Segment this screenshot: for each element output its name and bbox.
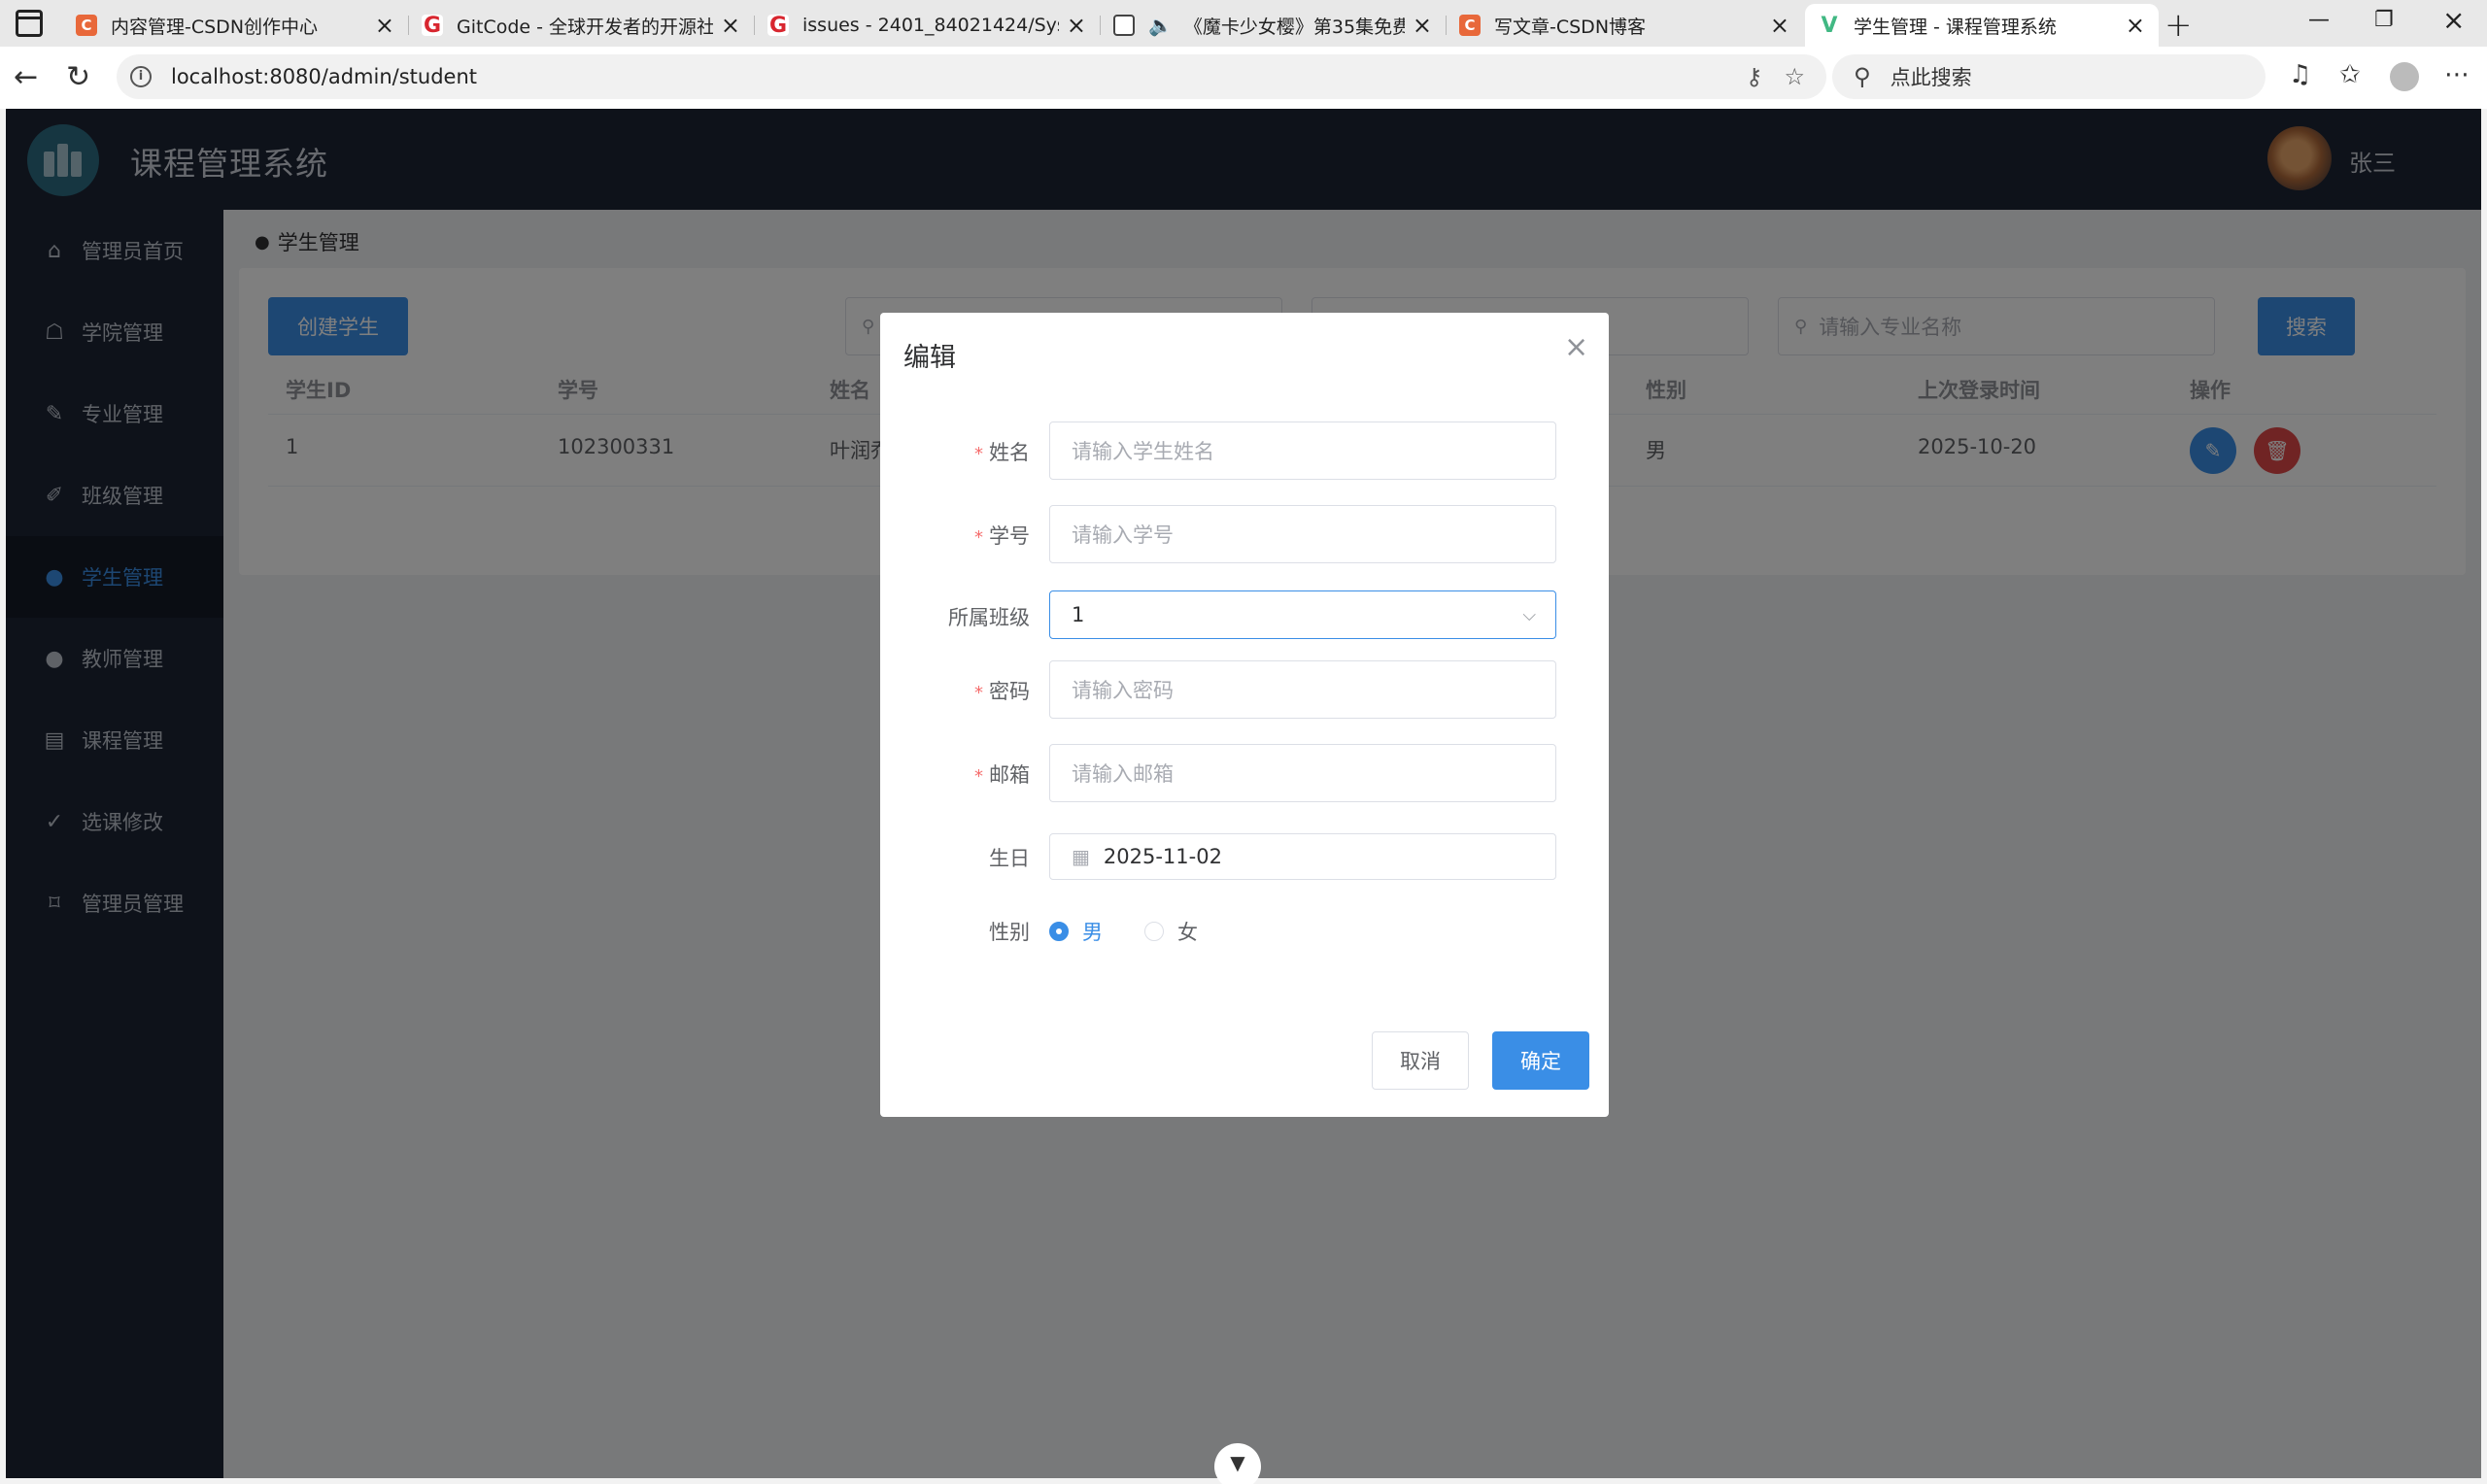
number-label: * 学号	[974, 524, 1030, 548]
browser-tab-issues[interactable]: G issues - 2401_84021424/SystemA ×	[754, 4, 1100, 47]
csdn-favicon-icon: C	[1459, 15, 1481, 36]
email-label: * 邮箱	[974, 763, 1030, 787]
browser-tab-bar: C 内容管理-CSDN创作中心 × G GitCode - 全球开发者的开源社区…	[0, 0, 2487, 47]
favorites-icon[interactable]: ✩	[2339, 60, 2361, 89]
email-field[interactable]: 请输入邮箱	[1049, 744, 1556, 802]
tab-actions-icon[interactable]	[16, 10, 43, 37]
url-text: localhost:8080/admin/student	[171, 65, 478, 88]
password-label: * 密码	[974, 680, 1030, 703]
tab-title: 学生管理 - 课程管理系统	[1854, 16, 2057, 38]
browser-tab-csdn[interactable]: C 内容管理-CSDN创作中心 ×	[62, 4, 408, 47]
tab-title: issues - 2401_84021424/SystemA	[802, 15, 1059, 36]
birthday-label: 生日	[989, 847, 1030, 870]
gender-radio-male[interactable]: 男	[1049, 917, 1103, 946]
radio-icon	[1144, 922, 1164, 941]
browser-toolbar: ← ↻ i localhost:8080/admin/student ⚷ ☆ ⚲…	[0, 47, 2487, 109]
close-tab-icon[interactable]: ×	[375, 12, 394, 39]
cancel-button[interactable]: 取消	[1372, 1031, 1469, 1090]
extensions-icon[interactable]: ♫	[2289, 60, 2311, 89]
chevron-down-icon: ⌵	[1522, 604, 1536, 625]
close-tab-icon[interactable]: ×	[721, 12, 740, 39]
browser-tab-active[interactable]: V 学生管理 - 课程管理系统 ×	[1805, 4, 2159, 47]
gitcode-favicon-icon: G	[422, 13, 443, 38]
search-placeholder: 点此搜索	[1890, 66, 1972, 89]
close-tab-icon[interactable]: ×	[1413, 12, 1432, 39]
browser-tab-csdn-write[interactable]: C 写文章-CSDN博客 ×	[1446, 4, 1803, 47]
edit-dialog: 编辑 × * 姓名 请输入学生姓名 * 学号 请输入学号 所属班级 1 ⌵ * 密码 …	[880, 313, 1609, 1117]
birthday-date-picker[interactable]: ▦ 2025-11-02	[1049, 833, 1556, 880]
vue-devtools-toggle-icon[interactable]: ▼	[1214, 1443, 1261, 1484]
csdn-favicon-icon: C	[76, 15, 97, 36]
name-label: * 姓名	[974, 441, 1030, 464]
birthday-value: 2025-11-02	[1103, 845, 1222, 868]
dialog-title: 编辑	[903, 343, 956, 373]
gender-label: 性别	[989, 921, 1030, 944]
class-select-value: 1	[1072, 603, 1085, 626]
profile-icon[interactable]	[2390, 62, 2419, 91]
video-favicon-icon	[1113, 15, 1135, 36]
tab-title: 内容管理-CSDN创作中心	[111, 16, 319, 38]
browser-tab-gitcode[interactable]: G GitCode - 全球开发者的开源社区, ×	[408, 4, 754, 47]
close-window-icon[interactable]: ×	[2442, 4, 2465, 36]
more-menu-icon[interactable]: ⋯	[2444, 60, 2470, 89]
close-tab-icon[interactable]: ×	[2126, 12, 2145, 39]
speaker-icon[interactable]: 🔈	[1148, 14, 1173, 37]
class-select[interactable]: 1 ⌵	[1049, 590, 1556, 639]
student-number-field[interactable]: 请输入学号	[1049, 505, 1556, 563]
class-label: 所属班级	[948, 606, 1030, 629]
tab-title: 《魔卡少女樱》第35集免费高	[1183, 16, 1405, 38]
minimize-icon[interactable]: —	[2308, 8, 2330, 32]
close-tab-icon[interactable]: ×	[1067, 12, 1086, 39]
gitcode-favicon-icon: G	[767, 13, 789, 38]
close-tab-icon[interactable]: ×	[1770, 12, 1789, 39]
favorite-star-icon[interactable]: ☆	[1784, 63, 1805, 90]
restore-icon[interactable]: ❐	[2374, 8, 2394, 32]
password-field[interactable]: 请输入密码	[1049, 660, 1556, 719]
name-field[interactable]: 请输入学生姓名	[1049, 422, 1556, 480]
refresh-icon[interactable]: ↻	[66, 60, 90, 94]
tab-title: GitCode - 全球开发者的开源社区,	[457, 16, 713, 38]
close-icon[interactable]: ×	[1564, 330, 1588, 364]
tab-title: 写文章-CSDN博客	[1494, 16, 1647, 38]
app-window: 课程管理系统 张三 ⌂ 管理员首页 ☖ 学院管理 ✎ 专业管理 ✐ 班级管理 ●…	[6, 109, 2481, 1478]
back-icon[interactable]: ←	[14, 60, 38, 94]
key-icon[interactable]: ⚷	[1746, 63, 1763, 90]
radio-icon	[1049, 922, 1069, 941]
gender-radio-female[interactable]: 女	[1144, 917, 1198, 946]
new-tab-icon[interactable]: +	[2164, 6, 2193, 45]
browser-search-box[interactable]: ⚲ 点此搜索	[1832, 54, 2266, 99]
browser-tab-video[interactable]: 🔈 《魔卡少女樱》第35集免费高 ×	[1100, 4, 1446, 47]
calendar-icon: ▦	[1072, 845, 1090, 868]
confirm-button[interactable]: 确定	[1492, 1031, 1589, 1090]
address-bar[interactable]: i localhost:8080/admin/student ⚷ ☆	[117, 54, 1826, 99]
vue-favicon-icon: V	[1819, 14, 1840, 38]
site-info-icon[interactable]: i	[130, 66, 152, 87]
search-icon: ⚲	[1854, 63, 1871, 90]
